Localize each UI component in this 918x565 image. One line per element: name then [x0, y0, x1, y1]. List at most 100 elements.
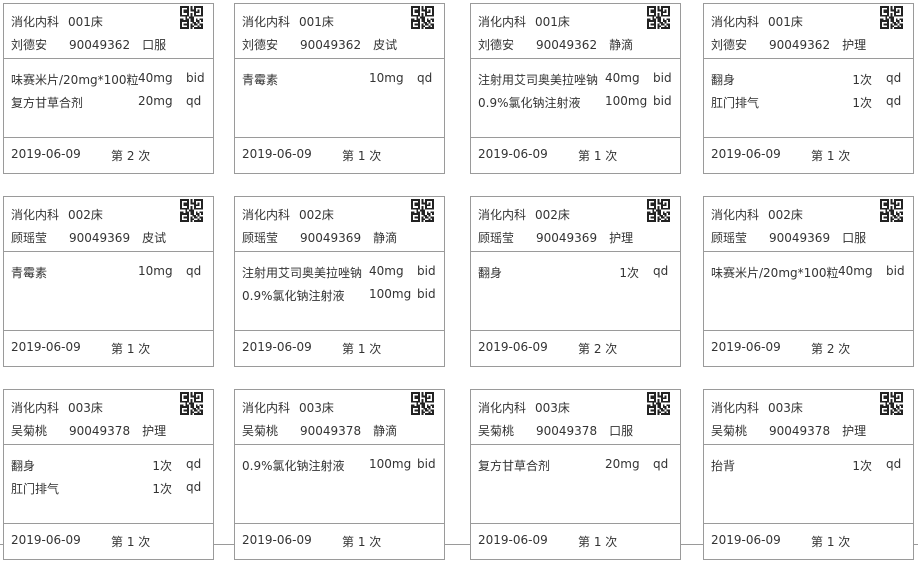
- infusion-label-card[interactable]: 消化内科 003床 吴菊桃 90049378 护理 翻身 1次 qd 肛门排气 1次 qd 2019-…: [3, 389, 214, 560]
- infusion-label-card[interactable]: 消化内科 003床 吴菊桃 90049378 护理 抬背 1次 qd 2019-06-09 第 1…: [703, 389, 914, 560]
- qr-code-icon: [180, 6, 203, 29]
- drug-dose: 20mg: [605, 457, 640, 471]
- drug-frequency: qd: [186, 480, 202, 494]
- patient-id: 90049378: [300, 424, 362, 438]
- bed-number: 002床: [299, 208, 334, 222]
- drug-frequency: bid: [653, 71, 672, 85]
- infusion-label-card[interactable]: 消化内科 002床 顾瑶莹 90049369 口服 味赛米片/20mg*100粒 40mg b…: [703, 196, 914, 367]
- qr-code-icon: [880, 392, 903, 415]
- bed-number: 001床: [768, 15, 803, 29]
- bed-number: 003床: [299, 401, 334, 415]
- card-header: 消化内科 001床 刘德安 90049362 皮试: [235, 4, 444, 59]
- card-header: 消化内科 002床 顾瑶莹 90049369 口服: [704, 197, 913, 252]
- patient-id: 90049378: [769, 424, 831, 438]
- drug-frequency: qd: [186, 457, 202, 471]
- department: 消化内科: [478, 401, 527, 415]
- patient-id: 90049362: [69, 38, 131, 52]
- order-date: 2019-06-09: [11, 147, 81, 161]
- order-type: 护理: [609, 231, 634, 245]
- card-footer: 2019-06-09 第 2 次: [704, 330, 913, 366]
- department: 消化内科: [242, 208, 291, 222]
- drug-dose: 20mg: [138, 94, 173, 108]
- patient-id: 90049362: [536, 38, 598, 52]
- patient-name: 吴菊桃: [242, 424, 279, 438]
- department: 消化内科: [711, 401, 760, 415]
- infusion-label-card[interactable]: 消化内科 003床 吴菊桃 90049378 静滴 0.9%氯化钠注射液 100mg bid 2…: [234, 389, 445, 560]
- infusion-label-card[interactable]: 消化内科 001床 刘德安 90049362 口服 味赛米片/20mg*100粒 40mg b…: [3, 3, 214, 174]
- card-header: 消化内科 001床 刘德安 90049362 口服: [4, 4, 213, 59]
- order-type: 静滴: [609, 38, 634, 52]
- patient-id: 90049369: [300, 231, 362, 245]
- drug-name: 注射用艾司奥美拉唑钠: [478, 73, 599, 87]
- order-date: 2019-06-09: [242, 533, 312, 547]
- department: 消化内科: [711, 15, 760, 29]
- drug-frequency: qd: [886, 71, 902, 85]
- divider-line: [445, 544, 470, 545]
- order-type: 静滴: [373, 231, 398, 245]
- infusion-label-card[interactable]: 消化内科 002床 顾瑶莹 90049369 静滴 注射用艾司奥美拉唑钠 40mg bid 0.…: [234, 196, 445, 367]
- order-type: 护理: [142, 424, 167, 438]
- drug-dose: 40mg: [838, 264, 873, 278]
- card-header: 消化内科 003床 吴菊桃 90049378 护理: [4, 390, 213, 445]
- card-footer: 2019-06-09 第 1 次: [235, 523, 444, 559]
- infusion-label-card[interactable]: 消化内科 001床 刘德安 90049362 静滴 注射用艾司奥美拉唑钠 40mg bid 0.…: [470, 3, 681, 174]
- patient-id: 90049369: [69, 231, 131, 245]
- card-header: 消化内科 001床 刘德安 90049362 静滴: [471, 4, 680, 59]
- drug-dose: 1次: [852, 459, 872, 473]
- drug-frequency: bid: [417, 264, 436, 278]
- patient-name: 刘德安: [11, 38, 48, 52]
- drug-dose: 1次: [152, 482, 172, 496]
- order-type: 静滴: [373, 424, 398, 438]
- dose-count: 第 2 次: [811, 342, 851, 356]
- department: 消化内科: [11, 401, 60, 415]
- drug-dose: 40mg: [605, 71, 640, 85]
- drug-name: 翻身: [711, 73, 736, 87]
- dose-count: 第 2 次: [111, 149, 151, 163]
- patient-name: 吴菊桃: [711, 424, 748, 438]
- department: 消化内科: [11, 208, 60, 222]
- drug-dose: 40mg: [138, 71, 173, 85]
- patient-id: 90049369: [536, 231, 598, 245]
- drug-name: 抬背: [711, 459, 736, 473]
- order-date: 2019-06-09: [478, 340, 548, 354]
- bed-number: 003床: [535, 401, 570, 415]
- patient-name: 顾瑶莹: [478, 231, 515, 245]
- card-footer: 2019-06-09 第 2 次: [471, 330, 680, 366]
- drug-frequency: qd: [886, 457, 902, 471]
- drug-frequency: bid: [417, 287, 436, 301]
- qr-code-icon: [647, 392, 670, 415]
- card-header: 消化内科 002床 顾瑶莹 90049369 皮试: [4, 197, 213, 252]
- dose-count: 第 1 次: [811, 149, 851, 163]
- drug-name: 复方甘草合剂: [478, 459, 551, 473]
- bed-number: 002床: [68, 208, 103, 222]
- drug-frequency: qd: [186, 94, 202, 108]
- infusion-label-card[interactable]: 消化内科 001床 刘德安 90049362 护理 翻身 1次 qd 肛门排气 1次 qd 2019-…: [703, 3, 914, 174]
- drug-dose: 100mg: [369, 457, 412, 471]
- patient-name: 吴菊桃: [11, 424, 48, 438]
- qr-code-icon: [880, 6, 903, 29]
- patient-id: 90049362: [300, 38, 362, 52]
- patient-id: 90049369: [769, 231, 831, 245]
- infusion-label-card[interactable]: 消化内科 003床 吴菊桃 90049378 口服 复方甘草合剂 20mg qd 2019-06…: [470, 389, 681, 560]
- dose-count: 第 1 次: [811, 535, 851, 549]
- drug-name: 味赛米片/20mg*100粒: [711, 266, 839, 280]
- infusion-label-card[interactable]: 消化内科 002床 顾瑶莹 90049369 皮试 青霉素 10mg qd 2019-06-09…: [3, 196, 214, 367]
- dose-count: 第 1 次: [342, 342, 382, 356]
- card-footer: 2019-06-09 第 1 次: [471, 137, 680, 173]
- department: 消化内科: [242, 15, 291, 29]
- patient-id: 90049378: [69, 424, 131, 438]
- patient-id: 90049362: [769, 38, 831, 52]
- department: 消化内科: [478, 15, 527, 29]
- patient-name: 吴菊桃: [478, 424, 515, 438]
- patient-name: 刘德安: [242, 38, 279, 52]
- drug-name: 注射用艾司奥美拉唑钠: [242, 266, 363, 280]
- drug-frequency: qd: [653, 264, 669, 278]
- order-date: 2019-06-09: [11, 533, 81, 547]
- card-footer: 2019-06-09 第 1 次: [4, 523, 213, 559]
- infusion-label-card[interactable]: 消化内科 002床 顾瑶莹 90049369 护理 翻身 1次 qd 2019-06-09 第 2…: [470, 196, 681, 367]
- infusion-label-card[interactable]: 消化内科 001床 刘德安 90049362 皮试 青霉素 10mg qd 2019-06-09…: [234, 3, 445, 174]
- card-footer: 2019-06-09 第 1 次: [235, 330, 444, 366]
- drug-dose: 100mg: [369, 287, 412, 301]
- dose-count: 第 1 次: [578, 149, 618, 163]
- qr-code-icon: [411, 392, 434, 415]
